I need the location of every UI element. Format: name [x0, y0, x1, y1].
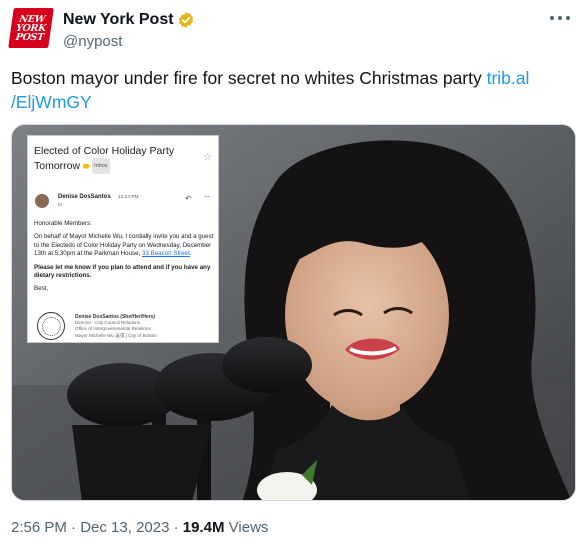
display-name[interactable]: New York Post [63, 11, 174, 29]
email-subject: Elected of Color Holiday Party Tomorrow I… [34, 144, 194, 174]
email-closing: Best, [34, 285, 49, 293]
email-time: 12:24 PM [118, 195, 139, 200]
separator: · [66, 519, 81, 536]
tweet-body: Boston mayor under fire for secret no wh… [11, 68, 487, 88]
tweet-time[interactable]: 2:56 PM [11, 519, 67, 536]
email-body: Honorable Members: On behalf of Mayor Mi… [34, 220, 216, 299]
email-screenshot: Elected of Color Holiday Party Tomorrow I… [27, 135, 219, 343]
important-marker-icon [83, 163, 91, 169]
tweet-date[interactable]: Dec 13, 2023 [80, 519, 169, 536]
sender-name: Denise DosSantos [58, 194, 111, 200]
sig-org: Mayor Michelle Wu 吳弭 | City of Boston [75, 332, 157, 338]
email-signature: Denise DosSantos (She/Her/Hers) Director… [75, 314, 215, 339]
more-options-icon[interactable] [550, 12, 570, 24]
tweet-text: Boston mayor under fire for secret no wh… [11, 66, 571, 114]
tweet-media-image[interactable]: Elected of Color Holiday Party Tomorrow I… [11, 124, 576, 501]
address-link: 33 Beacon Street [142, 250, 190, 258]
logo-line-3: POST [14, 31, 45, 43]
email-paragraph-2: Please let me know if you plan to attend… [34, 263, 211, 280]
author-handle[interactable]: @nypost [63, 33, 122, 50]
separator: · [169, 519, 183, 536]
author-name-row[interactable]: New York Post [63, 11, 195, 29]
nypost-avatar[interactable]: NEW YORK POST [8, 8, 54, 48]
email-greeting: Honorable Members: [34, 220, 92, 227]
city-seal-icon [37, 312, 65, 340]
star-icon: ☆ [203, 152, 212, 163]
email-to: to [58, 203, 63, 208]
email-more-icon: ··· [204, 192, 210, 201]
email-paragraph-1: On behalf of Mayor Michelle Wu, I cordia… [34, 233, 214, 258]
views-label: Views [224, 519, 269, 536]
verified-badge-icon[interactable] [177, 11, 195, 29]
tweet-footer: 2:56 PM · Dec 13, 2023 · 19.4M Views [11, 519, 268, 536]
inbox-badge: Inbox [92, 158, 110, 174]
views-count: 19.4M [182, 519, 225, 536]
sender-avatar [35, 194, 49, 208]
reply-icon: ↶ [185, 194, 192, 203]
